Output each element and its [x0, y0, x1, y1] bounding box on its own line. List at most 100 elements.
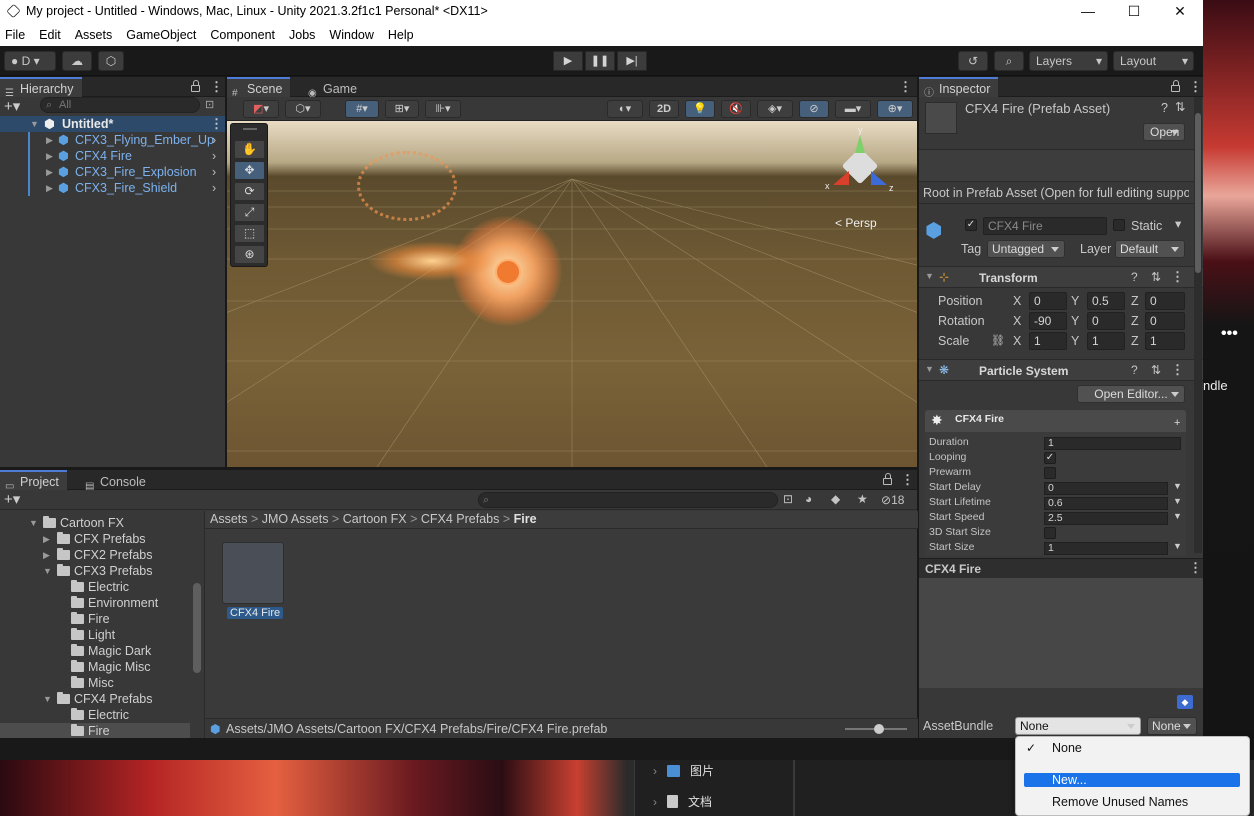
lighting-toggle[interactable]: 💡	[685, 100, 715, 118]
play-button[interactable]: ▶	[553, 51, 583, 71]
preset-icon[interactable]: ⇅	[1151, 363, 1161, 377]
hidden-objects-toggle[interactable]: ⊘	[799, 100, 829, 118]
position-z-field[interactable]: 0	[1145, 292, 1185, 310]
lock-icon[interactable]	[1171, 80, 1180, 92]
open-editor-button[interactable]: Open Editor...	[1077, 385, 1185, 403]
popup-item-new[interactable]: New...	[1052, 773, 1087, 787]
effects-dropdown[interactable]: ◈▾	[757, 100, 793, 118]
project-search-input[interactable]: ⌕	[478, 492, 778, 508]
kebab-menu-icon[interactable]: ⋮	[899, 79, 912, 95]
menu-gameobject[interactable]: GameObject	[126, 28, 196, 42]
particle-property-checkbox[interactable]: ✓	[1044, 452, 1056, 464]
gizmos-dropdown[interactable]: ⊕▾	[877, 100, 913, 118]
maximize-button[interactable]: ☐	[1111, 0, 1157, 24]
layout-dropdown[interactable]: Layout ▾	[1113, 51, 1194, 71]
chevron-right-icon[interactable]: ›	[212, 164, 216, 180]
rect-tool-button[interactable]: ⬚	[234, 224, 265, 243]
folder-tree-item[interactable]: Light	[0, 627, 190, 643]
camera-dropdown[interactable]: ▬▾	[835, 100, 871, 118]
kebab-menu-icon[interactable]: ⋮	[1171, 269, 1184, 285]
folder-tree-item[interactable]: Magic Dark	[0, 643, 190, 659]
curve-mode-dropdown-icon[interactable]: ▼	[1173, 481, 1182, 491]
menu-window[interactable]: Window	[329, 28, 373, 42]
help-icon[interactable]: ?	[1161, 101, 1168, 115]
assetbundle-dropdown[interactable]: None	[1015, 717, 1141, 735]
scale-z-field[interactable]: 1	[1145, 332, 1185, 350]
hierarchy-item[interactable]: ▶ ⬢ CFX3_Fire_Explosion ›	[0, 164, 225, 180]
particle-property-checkbox[interactable]	[1044, 527, 1056, 539]
open-prefab-button[interactable]: Open	[1143, 123, 1185, 141]
particle-property-checkbox[interactable]	[1044, 467, 1056, 479]
audio-toggle[interactable]: 🔇	[721, 100, 751, 118]
cloud-button[interactable]: ☁	[62, 51, 92, 71]
popup-item-none[interactable]: None	[1052, 741, 1082, 755]
particle-property-field[interactable]: 1	[1044, 542, 1168, 555]
search-button[interactable]: ⌕	[994, 51, 1024, 71]
particle-system-module-header[interactable]: ✸ CFX4 Fire +	[925, 410, 1186, 432]
particle-system-header[interactable]: ▼ ❋ Particle System ? ⇅ ⋮	[919, 359, 1203, 381]
shading-dropdown[interactable]: ⬡▾	[285, 100, 321, 118]
scene-row[interactable]: ▼ ⬢ Untitled* ⋮	[0, 116, 225, 132]
breadcrumb-item[interactable]: Fire	[514, 512, 537, 526]
object-name-field[interactable]: CFX4 Fire	[983, 217, 1107, 235]
folder-tree-item[interactable]: Electric	[0, 579, 190, 595]
folder-tree-item[interactable]: ▼ Cartoon FX	[0, 515, 190, 531]
more-icon[interactable]: •••	[1221, 325, 1238, 343]
folder-tree-item[interactable]: Electric	[0, 707, 190, 723]
breadcrumb-item[interactable]: JMO Assets	[262, 512, 329, 526]
add-module-icon[interactable]: +	[1174, 417, 1180, 429]
popup-item-remove-unused[interactable]: Remove Unused Names	[1052, 795, 1188, 809]
render-mode-dropdown[interactable]: ◐▾	[607, 100, 643, 118]
kebab-menu-icon[interactable]: ⋮	[901, 472, 914, 488]
active-checkbox[interactable]: ✓	[965, 219, 977, 231]
minimize-button[interactable]: —	[1065, 0, 1111, 24]
tab-game[interactable]: ◉ Game	[303, 77, 365, 99]
particle-property-field[interactable]: 0.6	[1044, 497, 1168, 510]
add-object-button[interactable]: +▾	[4, 97, 20, 115]
scale-y-field[interactable]: 1	[1087, 332, 1125, 350]
rotation-x-field[interactable]: -90	[1029, 312, 1067, 330]
icon-size-slider-thumb[interactable]	[874, 724, 884, 734]
step-button[interactable]: ▶|	[617, 51, 647, 71]
grid-snap-toggle[interactable]: #▾	[345, 100, 379, 118]
account-dropdown[interactable]: ● D ▾	[4, 51, 56, 71]
folder-tree-item[interactable]: ▼ CFX3 Prefabs	[0, 563, 190, 579]
preset-icon[interactable]: ⇅	[1175, 99, 1185, 114]
curve-mode-dropdown-icon[interactable]: ▼	[1173, 511, 1182, 521]
help-icon[interactable]: ?	[1131, 363, 1138, 377]
hierarchy-item[interactable]: ▶ ⬢ CFX3_Fire_Shield ›	[0, 180, 225, 196]
drag-handle[interactable]	[243, 128, 257, 130]
kebab-menu-icon[interactable]: ⋮	[1171, 362, 1184, 378]
position-x-field[interactable]: 0	[1029, 292, 1067, 310]
particle-property-field[interactable]: 1	[1044, 437, 1181, 450]
rotate-tool-button[interactable]: ⟳	[234, 182, 265, 201]
transform-tool-button[interactable]: ⊛	[234, 245, 265, 264]
folder-tree-item[interactable]: ▶ CFX Prefabs	[0, 531, 190, 547]
folder-tree-item[interactable]: ▼ CFX4 Prefabs	[0, 691, 190, 707]
filter-type-icon[interactable]: ◕	[805, 492, 812, 506]
search-options-icon[interactable]: ⊡	[205, 98, 214, 111]
menu-help[interactable]: Help	[388, 28, 414, 42]
chevron-right-icon[interactable]: ›	[212, 148, 216, 164]
folder-tree-item[interactable]: Magic Misc	[0, 659, 190, 675]
particle-property-field[interactable]: 0	[1044, 482, 1168, 495]
transform-header[interactable]: ▼ ⊹ Transform ? ⇅ ⋮	[919, 266, 1203, 288]
layer-dropdown[interactable]: Default	[1115, 240, 1185, 258]
label-icon[interactable]: ◆	[831, 492, 840, 506]
hierarchy-search-input[interactable]: ⌕ All	[40, 97, 200, 113]
hidden-packages-toggle[interactable]: ⊘18	[881, 493, 904, 507]
increment-snap-dropdown[interactable]: ⊪▾	[425, 100, 461, 118]
link-icon[interactable]: ⛓	[991, 334, 1005, 347]
assetbundle-variant-dropdown[interactable]: None	[1147, 717, 1197, 735]
2d-toggle[interactable]: 2D	[649, 100, 679, 118]
lock-icon[interactable]	[191, 80, 200, 92]
folder-tree-item[interactable]: Fire	[0, 611, 190, 627]
help-icon[interactable]: ?	[1131, 270, 1138, 284]
scene-viewport[interactable]: ✋ ✥ ⟳ ⤢ ⬚ ⊛ y x z < Persp	[227, 121, 917, 467]
menu-edit[interactable]: Edit	[39, 28, 61, 42]
folder-tree-item[interactable]: Fire	[0, 723, 190, 738]
hierarchy-item[interactable]: ▶ ⬢ CFX4 Fire ›	[0, 148, 225, 164]
kebab-menu-icon[interactable]: ⋮	[210, 79, 223, 95]
breadcrumb-item[interactable]: Cartoon FX	[343, 512, 407, 526]
folder-tree-item[interactable]: ▶ CFX2 Prefabs	[0, 547, 190, 563]
